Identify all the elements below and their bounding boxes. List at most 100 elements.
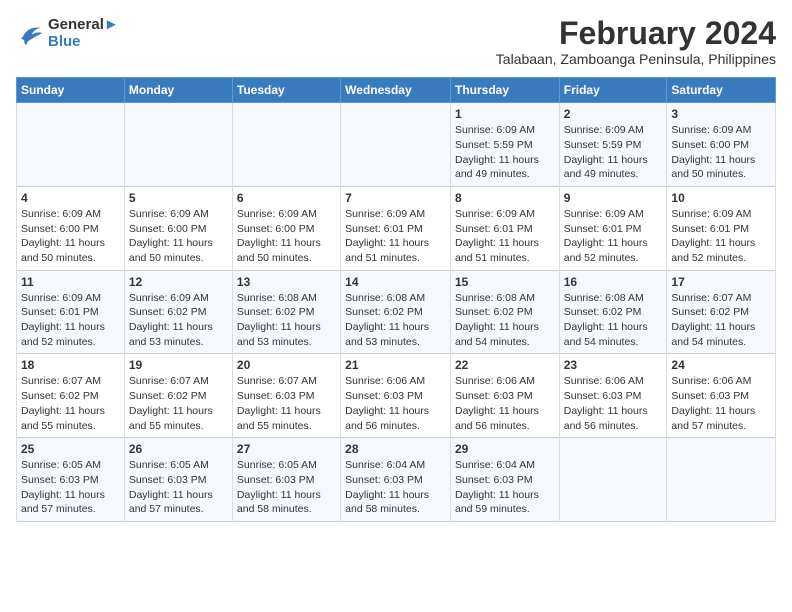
calendar-cell: 14 Sunrise: 6:08 AM Sunset: 6:02 PM Dayli… [341, 270, 451, 354]
header-day: Saturday [667, 78, 776, 103]
day-number: 11 [21, 275, 120, 289]
calendar-cell: 4 Sunrise: 6:09 AM Sunset: 6:00 PM Daylig… [17, 186, 125, 270]
day-detail: Sunrise: 6:07 AM Sunset: 6:03 PM Dayligh… [237, 374, 336, 433]
day-detail: Sunrise: 6:08 AM Sunset: 6:02 PM Dayligh… [564, 291, 663, 350]
header-day: Tuesday [232, 78, 340, 103]
calendar-cell [341, 103, 451, 187]
day-number: 14 [345, 275, 446, 289]
day-detail: Sunrise: 6:06 AM Sunset: 6:03 PM Dayligh… [455, 374, 555, 433]
calendar-cell: 26 Sunrise: 6:05 AM Sunset: 6:03 PM Dayli… [124, 438, 232, 522]
calendar-cell [17, 103, 125, 187]
day-detail: Sunrise: 6:09 AM Sunset: 6:00 PM Dayligh… [237, 207, 336, 266]
day-detail: Sunrise: 6:09 AM Sunset: 6:02 PM Dayligh… [129, 291, 228, 350]
header-day: Sunday [17, 78, 125, 103]
day-detail: Sunrise: 6:09 AM Sunset: 6:00 PM Dayligh… [21, 207, 120, 266]
calendar-cell: 11 Sunrise: 6:09 AM Sunset: 6:01 PM Dayli… [17, 270, 125, 354]
day-detail: Sunrise: 6:09 AM Sunset: 5:59 PM Dayligh… [564, 123, 663, 182]
header-row: SundayMondayTuesdayWednesdayThursdayFrid… [17, 78, 776, 103]
day-number: 27 [237, 442, 336, 456]
header-day: Friday [559, 78, 667, 103]
calendar-cell: 9 Sunrise: 6:09 AM Sunset: 6:01 PM Daylig… [559, 186, 667, 270]
day-number: 15 [455, 275, 555, 289]
day-number: 20 [237, 358, 336, 372]
day-detail: Sunrise: 6:09 AM Sunset: 6:01 PM Dayligh… [671, 207, 771, 266]
day-detail: Sunrise: 6:06 AM Sunset: 6:03 PM Dayligh… [564, 374, 663, 433]
day-number: 26 [129, 442, 228, 456]
day-number: 9 [564, 191, 663, 205]
calendar-cell [559, 438, 667, 522]
day-number: 10 [671, 191, 771, 205]
day-detail: Sunrise: 6:08 AM Sunset: 6:02 PM Dayligh… [237, 291, 336, 350]
day-detail: Sunrise: 6:07 AM Sunset: 6:02 PM Dayligh… [129, 374, 228, 433]
calendar-week-row: 1 Sunrise: 6:09 AM Sunset: 5:59 PM Daylig… [17, 103, 776, 187]
day-detail: Sunrise: 6:07 AM Sunset: 6:02 PM Dayligh… [21, 374, 120, 433]
calendar-cell: 18 Sunrise: 6:07 AM Sunset: 6:02 PM Dayli… [17, 354, 125, 438]
title-block: February 2024 Talabaan, Zamboanga Penins… [496, 16, 776, 67]
header-day: Thursday [450, 78, 559, 103]
calendar-cell: 23 Sunrise: 6:06 AM Sunset: 6:03 PM Dayli… [559, 354, 667, 438]
day-number: 25 [21, 442, 120, 456]
day-number: 18 [21, 358, 120, 372]
calendar-cell: 2 Sunrise: 6:09 AM Sunset: 5:59 PM Daylig… [559, 103, 667, 187]
day-number: 6 [237, 191, 336, 205]
day-number: 3 [671, 107, 771, 121]
calendar-table: SundayMondayTuesdayWednesdayThursdayFrid… [16, 77, 776, 522]
header-day: Monday [124, 78, 232, 103]
day-detail: Sunrise: 6:09 AM Sunset: 5:59 PM Dayligh… [455, 123, 555, 182]
calendar-cell [667, 438, 776, 522]
calendar-cell: 19 Sunrise: 6:07 AM Sunset: 6:02 PM Dayli… [124, 354, 232, 438]
calendar-cell: 1 Sunrise: 6:09 AM Sunset: 5:59 PM Daylig… [450, 103, 559, 187]
calendar-week-row: 25 Sunrise: 6:05 AM Sunset: 6:03 PM Dayli… [17, 438, 776, 522]
day-number: 29 [455, 442, 555, 456]
calendar-cell: 21 Sunrise: 6:06 AM Sunset: 6:03 PM Dayli… [341, 354, 451, 438]
calendar-week-row: 4 Sunrise: 6:09 AM Sunset: 6:00 PM Daylig… [17, 186, 776, 270]
day-number: 7 [345, 191, 446, 205]
calendar-week-row: 11 Sunrise: 6:09 AM Sunset: 6:01 PM Dayli… [17, 270, 776, 354]
calendar-cell: 10 Sunrise: 6:09 AM Sunset: 6:01 PM Dayli… [667, 186, 776, 270]
logo: General► Blue [16, 16, 119, 50]
page-header: General► Blue February 2024 Talabaan, Za… [16, 16, 776, 67]
day-detail: Sunrise: 6:05 AM Sunset: 6:03 PM Dayligh… [129, 458, 228, 517]
header-day: Wednesday [341, 78, 451, 103]
day-detail: Sunrise: 6:09 AM Sunset: 6:00 PM Dayligh… [671, 123, 771, 182]
day-detail: Sunrise: 6:07 AM Sunset: 6:02 PM Dayligh… [671, 291, 771, 350]
day-number: 4 [21, 191, 120, 205]
calendar-cell: 8Sunrise: 6:09 AM Sunset: 6:01 PM Daylig… [450, 186, 559, 270]
calendar-cell: 27 Sunrise: 6:05 AM Sunset: 6:03 PM Dayli… [232, 438, 340, 522]
day-number: 16 [564, 275, 663, 289]
day-number: 24 [671, 358, 771, 372]
calendar-cell: 13 Sunrise: 6:08 AM Sunset: 6:02 PM Dayli… [232, 270, 340, 354]
calendar-cell: 22 Sunrise: 6:06 AM Sunset: 6:03 PM Dayli… [450, 354, 559, 438]
day-detail: Sunrise: 6:05 AM Sunset: 6:03 PM Dayligh… [237, 458, 336, 517]
day-detail: Sunrise: 6:08 AM Sunset: 6:02 PM Dayligh… [455, 291, 555, 350]
day-detail: Sunrise: 6:09 AM Sunset: 6:01 PM Dayligh… [564, 207, 663, 266]
page-title: February 2024 [496, 16, 776, 51]
day-detail: Sunrise: 6:09 AM Sunset: 6:01 PM Dayligh… [345, 207, 446, 266]
day-number: 21 [345, 358, 446, 372]
calendar-cell: 7 Sunrise: 6:09 AM Sunset: 6:01 PM Daylig… [341, 186, 451, 270]
calendar-cell: 15 Sunrise: 6:08 AM Sunset: 6:02 PM Dayli… [450, 270, 559, 354]
logo-icon [16, 19, 44, 47]
day-detail: Sunrise: 6:09 AM Sunset: 6:01 PM Dayligh… [21, 291, 120, 350]
calendar-cell [124, 103, 232, 187]
calendar-cell: 17 Sunrise: 6:07 AM Sunset: 6:02 PM Dayli… [667, 270, 776, 354]
day-detail: Sunrise: 6:06 AM Sunset: 6:03 PM Dayligh… [345, 374, 446, 433]
calendar-cell: 20 Sunrise: 6:07 AM Sunset: 6:03 PM Dayli… [232, 354, 340, 438]
day-number: 22 [455, 358, 555, 372]
calendar-cell: 24 Sunrise: 6:06 AM Sunset: 6:03 PM Dayli… [667, 354, 776, 438]
calendar-cell: 28 Sunrise: 6:04 AM Sunset: 6:03 PM Dayli… [341, 438, 451, 522]
day-detail: Sunrise: 6:08 AM Sunset: 6:02 PM Dayligh… [345, 291, 446, 350]
day-detail: Sunrise: 6:04 AM Sunset: 6:03 PM Dayligh… [345, 458, 446, 517]
day-number: 23 [564, 358, 663, 372]
day-number: 13 [237, 275, 336, 289]
page-subtitle: Talabaan, Zamboanga Peninsula, Philippin… [496, 51, 776, 67]
day-number: 19 [129, 358, 228, 372]
day-number: 28 [345, 442, 446, 456]
day-number: 1 [455, 107, 555, 121]
day-number: 17 [671, 275, 771, 289]
calendar-week-row: 18 Sunrise: 6:07 AM Sunset: 6:02 PM Dayli… [17, 354, 776, 438]
day-number: 2 [564, 107, 663, 121]
calendar-cell: 25Sunrise: 6:05 AM Sunset: 6:03 PM Dayli… [17, 438, 125, 522]
day-detail: Sunrise: 6:06 AM Sunset: 6:03 PM Dayligh… [671, 374, 771, 433]
calendar-cell: 5Sunrise: 6:09 AM Sunset: 6:00 PM Daylig… [124, 186, 232, 270]
